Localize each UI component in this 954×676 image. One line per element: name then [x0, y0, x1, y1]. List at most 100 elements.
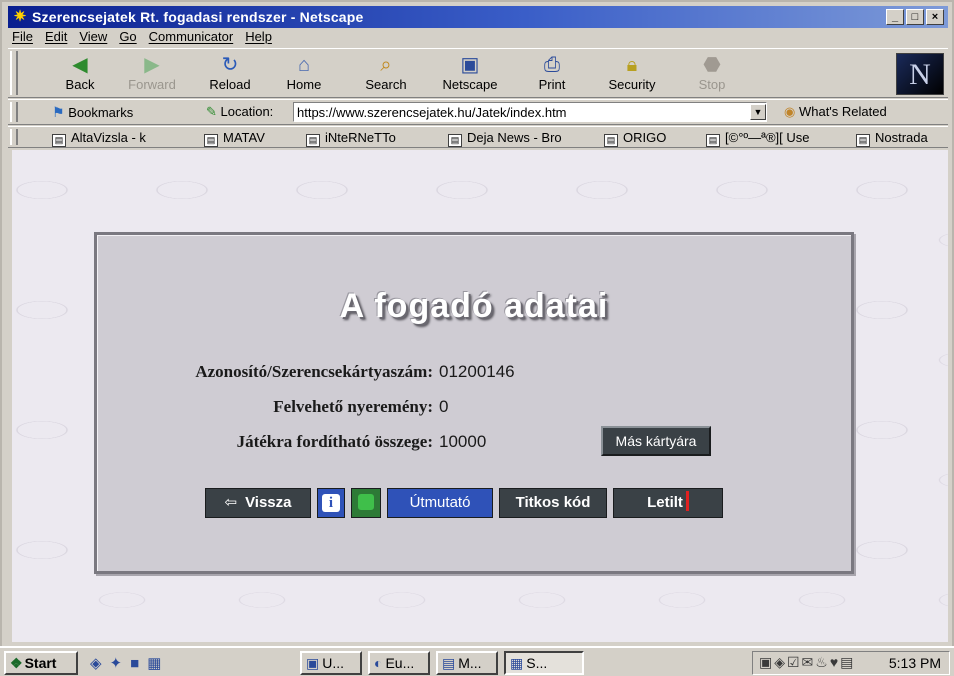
netscape-icon: ▣ [460, 54, 480, 76]
quicklaunch-icon[interactable]: ■ [130, 655, 147, 672]
location-icon: ✎ [206, 104, 217, 119]
netscape-logo[interactable]: N [896, 53, 944, 95]
related-icon: ◉ [784, 104, 796, 119]
netscape-app-icon: ✷ [13, 8, 27, 25]
menu-go[interactable]: Go [119, 29, 136, 47]
field-value: 01200146 [439, 362, 515, 381]
app-icon: ▦ [510, 655, 524, 671]
maximize-button[interactable]: □ [906, 9, 924, 25]
guide-button[interactable]: Útmutató [387, 488, 493, 518]
page-icon: ▤ [604, 134, 618, 147]
taskbar-item[interactable]: ◐ Eu... [368, 651, 430, 675]
quicklaunch-icon[interactable]: ▦ [147, 655, 169, 672]
app-icon: ▣ [306, 655, 320, 671]
print-button[interactable]: ⎙ Print [520, 53, 584, 95]
bookmark-label: [©°º—ª®][ Use [725, 130, 810, 145]
security-label: Security [608, 77, 656, 92]
personal-grip[interactable] [10, 129, 18, 145]
page-icon: ▤ [448, 134, 462, 147]
bookmark-label: MATAV [223, 130, 265, 145]
field-value: 0 [439, 397, 449, 416]
location-label-group: ✎ Location: [206, 104, 273, 120]
url-input[interactable] [293, 102, 767, 122]
bookmark-link[interactable]: ▤ ORIGO [604, 130, 666, 147]
field-label: Azonosító/Szerencsekártyaszám: [195, 362, 433, 381]
bookmark-link[interactable]: ▤ Deja News - Bro [448, 130, 562, 147]
stop-icon: ⬣ [703, 54, 721, 76]
tray-icons[interactable]: ▣◈☑✉♨♥▤ [759, 654, 855, 671]
security-button[interactable]: 🔒︎ Security [600, 53, 664, 95]
page-title: A fogadó adatai [339, 287, 609, 325]
field-label: Felvehető nyeremény: [273, 397, 433, 416]
home-button[interactable]: ⌂ Home [272, 53, 336, 95]
search-icon: ⌕ [380, 54, 392, 76]
quicklaunch-icon[interactable]: ◈ [90, 655, 110, 672]
title-bar[interactable]: ✷ Szerencsejatek Rt. fogadasi rendszer -… [8, 6, 948, 28]
toolbar-grip[interactable] [10, 51, 18, 95]
quicklaunch-icon[interactable]: ✦ [110, 655, 131, 672]
system-tray: ▣◈☑✉♨♥▤ 5:13 PM [752, 651, 950, 675]
back-button[interactable]: ◀ Back [48, 53, 112, 95]
taskbar-item[interactable]: ▤ M... [436, 651, 498, 675]
page-icon: ▤ [204, 134, 218, 147]
field-row-balance: Játékra fordítható összege: 10000 [145, 432, 487, 452]
bookmarks-button[interactable]: ⚑ Bookmarks [52, 104, 133, 121]
location-grip[interactable] [10, 102, 18, 122]
page-content: A fogadó adatai Azonosító/Szerencsekárty… [12, 150, 948, 642]
search-button[interactable]: ⌕ Search [354, 53, 418, 95]
forward-arrow-icon: ▶ [144, 54, 160, 76]
quick-launch[interactable]: ◈✦■▦ [90, 654, 169, 672]
field-label: Játékra fordítható összege: [236, 432, 433, 451]
taskbar-item-label: U... [322, 655, 345, 671]
netscape-button[interactable]: ▣ Netscape [438, 53, 502, 95]
app-icon: ▤ [442, 655, 456, 671]
secret-code-button[interactable]: Titkos kód [499, 488, 607, 518]
close-button[interactable]: × [926, 9, 944, 25]
clock[interactable]: 5:13 PM [889, 655, 941, 671]
forward-button[interactable]: ▶ Forward [120, 53, 184, 95]
start-button[interactable]: ❖ Start [4, 651, 78, 675]
reload-button[interactable]: ↻ Reload [198, 53, 262, 95]
bookmark-label: ORIGO [623, 130, 667, 145]
block-button[interactable]: Letilt [613, 488, 723, 518]
block-label: Letilt [647, 494, 683, 511]
taskbar-item-active[interactable]: ▦ S... [504, 651, 584, 675]
taskbar-item[interactable]: ▣ U... [300, 651, 362, 675]
field-row-card-id: Azonosító/Szerencsekártyaszám: 01200146 [145, 362, 515, 382]
reload-label: Reload [209, 77, 251, 92]
minimize-button[interactable]: _ [886, 9, 904, 25]
bookmark-link[interactable]: ▤ [©°º—ª®][ Use [706, 130, 809, 147]
reload-icon: ↻ [221, 54, 239, 76]
page-icon: ▤ [52, 134, 66, 147]
bookmark-link[interactable]: ▤ iNteRNeTTo [306, 130, 396, 147]
status-light-button[interactable] [351, 488, 381, 518]
page-icon: ▤ [856, 134, 870, 147]
menu-view[interactable]: View [79, 29, 107, 47]
window-title: Szerencsejatek Rt. fogadasi rendszer - N… [32, 9, 364, 25]
left-arrow-icon: ⇦ [224, 494, 238, 511]
menu-help[interactable]: Help [245, 29, 272, 47]
whats-related-button[interactable]: ◉ What's Related [784, 104, 887, 120]
menu-communicator[interactable]: Communicator [149, 29, 234, 47]
bookmark-link[interactable]: ▤ AltaVizsla - k [52, 130, 146, 147]
forward-label: Forward [128, 77, 176, 92]
other-card-button[interactable]: Más kártyára [601, 426, 711, 456]
search-label: Search [365, 77, 407, 92]
back-page-label: Vissza [245, 494, 292, 511]
bookmarks-icon: ⚑ [52, 104, 65, 120]
stop-button[interactable]: ⬣ Stop [680, 53, 744, 95]
taskbar-item-label: M... [458, 655, 482, 671]
lock-icon: 🔒︎ [626, 54, 638, 76]
url-dropdown-button[interactable]: ▼ [750, 104, 766, 120]
menu-edit[interactable]: Edit [45, 29, 67, 47]
bookmark-link[interactable]: ▤ Nostrada [856, 130, 928, 147]
bookmarks-label: Bookmarks [68, 105, 134, 120]
windows-logo-icon: ❖ [10, 655, 23, 671]
info-button[interactable]: i [317, 488, 345, 518]
back-arrow-icon: ◀ [72, 54, 88, 76]
bookmark-link[interactable]: ▤ MATAV [204, 130, 265, 147]
location-label: Location: [220, 104, 274, 119]
menu-file[interactable]: File [12, 29, 33, 47]
field-value: 10000 [439, 432, 487, 451]
back-page-button[interactable]: ⇦ Vissza [205, 488, 311, 518]
